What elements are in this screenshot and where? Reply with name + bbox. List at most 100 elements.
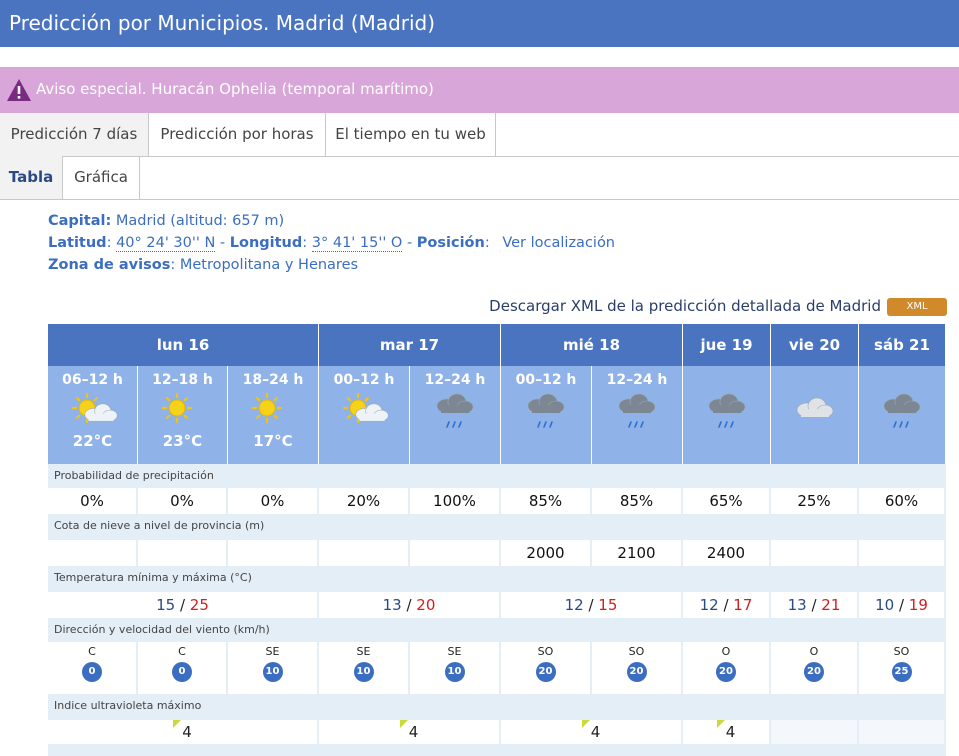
wind-speed-icon: 20 <box>626 662 647 682</box>
rain-cloud-icon <box>883 393 921 428</box>
xml-download-button[interactable]: XML <box>887 297 947 316</box>
subtab-tabla[interactable]: Tabla <box>0 156 63 199</box>
snow-level-value <box>410 540 501 566</box>
snow-level-value <box>859 540 946 566</box>
period-temperature <box>683 432 770 450</box>
period-temperature <box>859 432 945 450</box>
temp-max: 19 <box>908 596 928 614</box>
special-alert-banner[interactable]: Aviso especial. Huracán Ophelia (tempora… <box>0 67 959 113</box>
wind-direction: SE <box>447 645 462 658</box>
wind-cell: O 20 <box>771 642 859 694</box>
precip-value: 0% <box>138 488 228 514</box>
snow-level-value: 2400 <box>683 540 771 566</box>
uv-index-value: 4 <box>725 723 736 741</box>
xml-download-row: Descargar XML de la predicción detallada… <box>489 295 947 317</box>
period-cell <box>683 366 771 464</box>
page-title: Predicción por Municipios. Madrid (Madri… <box>0 0 959 47</box>
period-time <box>771 372 858 388</box>
wind-row-label: Dirección y velocidad del viento (km/h) <box>48 618 946 644</box>
wind-cell: O 20 <box>683 642 771 694</box>
wind-cell: C0 <box>48 642 138 694</box>
precip-value: 0% <box>48 488 138 514</box>
wind-speed-icon: 10 <box>262 662 283 682</box>
wind-speed: 20 <box>719 666 733 677</box>
snow-level-value <box>228 540 319 566</box>
subtab-grafica[interactable]: Gráfica <box>63 156 140 199</box>
period-cell: 12–18 h 23°C <box>138 366 228 464</box>
wind-speed: 10 <box>265 666 280 677</box>
uv-index-value: 4 <box>182 723 192 741</box>
period-temperature: 17°C <box>253 432 293 450</box>
period-temperature <box>410 432 500 450</box>
table-bottom-band <box>48 744 946 756</box>
temp-separator: / <box>175 596 190 614</box>
temp-min: 10 <box>875 596 895 614</box>
temp-separator: / <box>718 596 734 614</box>
day-header: jue 19 <box>683 324 771 366</box>
snow-level-value: 2100 <box>592 540 683 566</box>
period-time <box>683 372 770 388</box>
precip-value: 65% <box>683 488 771 514</box>
period-time: 06–12 h <box>62 372 123 388</box>
uv-index-cell: 4 <box>319 720 501 744</box>
day-header: vie 20 <box>771 324 859 366</box>
period-temperature <box>592 432 682 450</box>
wind-speed-icon: 0 <box>82 662 102 682</box>
period-time: 12–24 h <box>424 372 486 388</box>
period-cell: 00–12 h <box>319 366 410 464</box>
uv-index-cell <box>771 720 859 744</box>
period-cell: 12–24 h <box>410 366 501 464</box>
precip-value: 20% <box>319 488 410 514</box>
temp-separator: / <box>894 596 909 614</box>
rain-cloud-icon <box>527 393 565 428</box>
wind-speed-icon: 20 <box>535 662 556 682</box>
period-time: 00–12 h <box>333 372 395 388</box>
precip-value: 100% <box>410 488 501 514</box>
ver-localizacion-link[interactable]: Ver localización <box>502 235 615 251</box>
xml-download-link[interactable]: Descargar XML de la predicción detallada… <box>489 297 881 315</box>
snow-row-label: Cota de nieve a nivel de provincia (m) <box>48 514 946 540</box>
tab-prediccion-7-dias[interactable]: Predicción 7 días <box>0 113 149 156</box>
location-info: Capital: Madrid (altitud: 657 m) Latitud… <box>48 213 616 273</box>
alert-text: Aviso especial. Huracán Ophelia (tempora… <box>36 80 434 98</box>
uv-index-cell: 4 <box>501 720 683 744</box>
uv-index-value: 4 <box>408 723 419 741</box>
snow-level-value <box>138 540 228 566</box>
wind-speed-icon: 20 <box>716 662 736 682</box>
period-time: 18–24 h <box>242 372 304 388</box>
wind-cell: SO 25 <box>859 642 946 694</box>
wind-cell: SE 10 <box>319 642 410 694</box>
wind-speed: 10 <box>356 666 371 677</box>
capital-label: Capital: <box>48 213 112 229</box>
wind-direction: C <box>88 645 96 658</box>
uv-level-icon <box>581 720 590 728</box>
wind-cell: SO 20 <box>501 642 592 694</box>
view-subtabs: Tabla Gráfica <box>0 156 959 200</box>
sun-cloud-icon <box>342 392 388 424</box>
uv-level-icon <box>173 720 182 728</box>
wind-speed-icon: 25 <box>891 662 912 682</box>
period-temperature <box>319 432 409 450</box>
period-temperature <box>501 432 591 450</box>
uv-level-icon <box>716 720 725 728</box>
tab-tiempo-en-tu-web[interactable]: El tiempo en tu web <box>326 113 496 156</box>
temp-separator: / <box>806 596 822 614</box>
uv-index-cell: 4 <box>48 720 319 744</box>
period-time: 12–18 h <box>152 372 213 388</box>
temp-min: 13 <box>787 596 807 614</box>
snow-level-value <box>319 540 410 566</box>
wind-speed: 20 <box>807 666 821 677</box>
wind-speed: 20 <box>538 666 553 677</box>
precip-row-label: Probabilidad de precipitación <box>48 464 946 490</box>
temp-min: 12 <box>564 596 584 614</box>
period-cell: 12–24 h <box>592 366 683 464</box>
temperature-min-max: 13 / 20 <box>319 592 501 618</box>
temp-min: 12 <box>699 596 719 614</box>
temperature-min-max: 10 / 19 <box>859 592 946 618</box>
wind-speed-icon: 20 <box>804 662 824 682</box>
precip-value: 85% <box>592 488 683 514</box>
zone-label: Zona de avisos <box>48 257 171 273</box>
day-header: mar 17 <box>319 324 501 366</box>
snow-level-value <box>771 540 859 566</box>
tab-prediccion-por-horas[interactable]: Predicción por horas <box>149 113 326 156</box>
